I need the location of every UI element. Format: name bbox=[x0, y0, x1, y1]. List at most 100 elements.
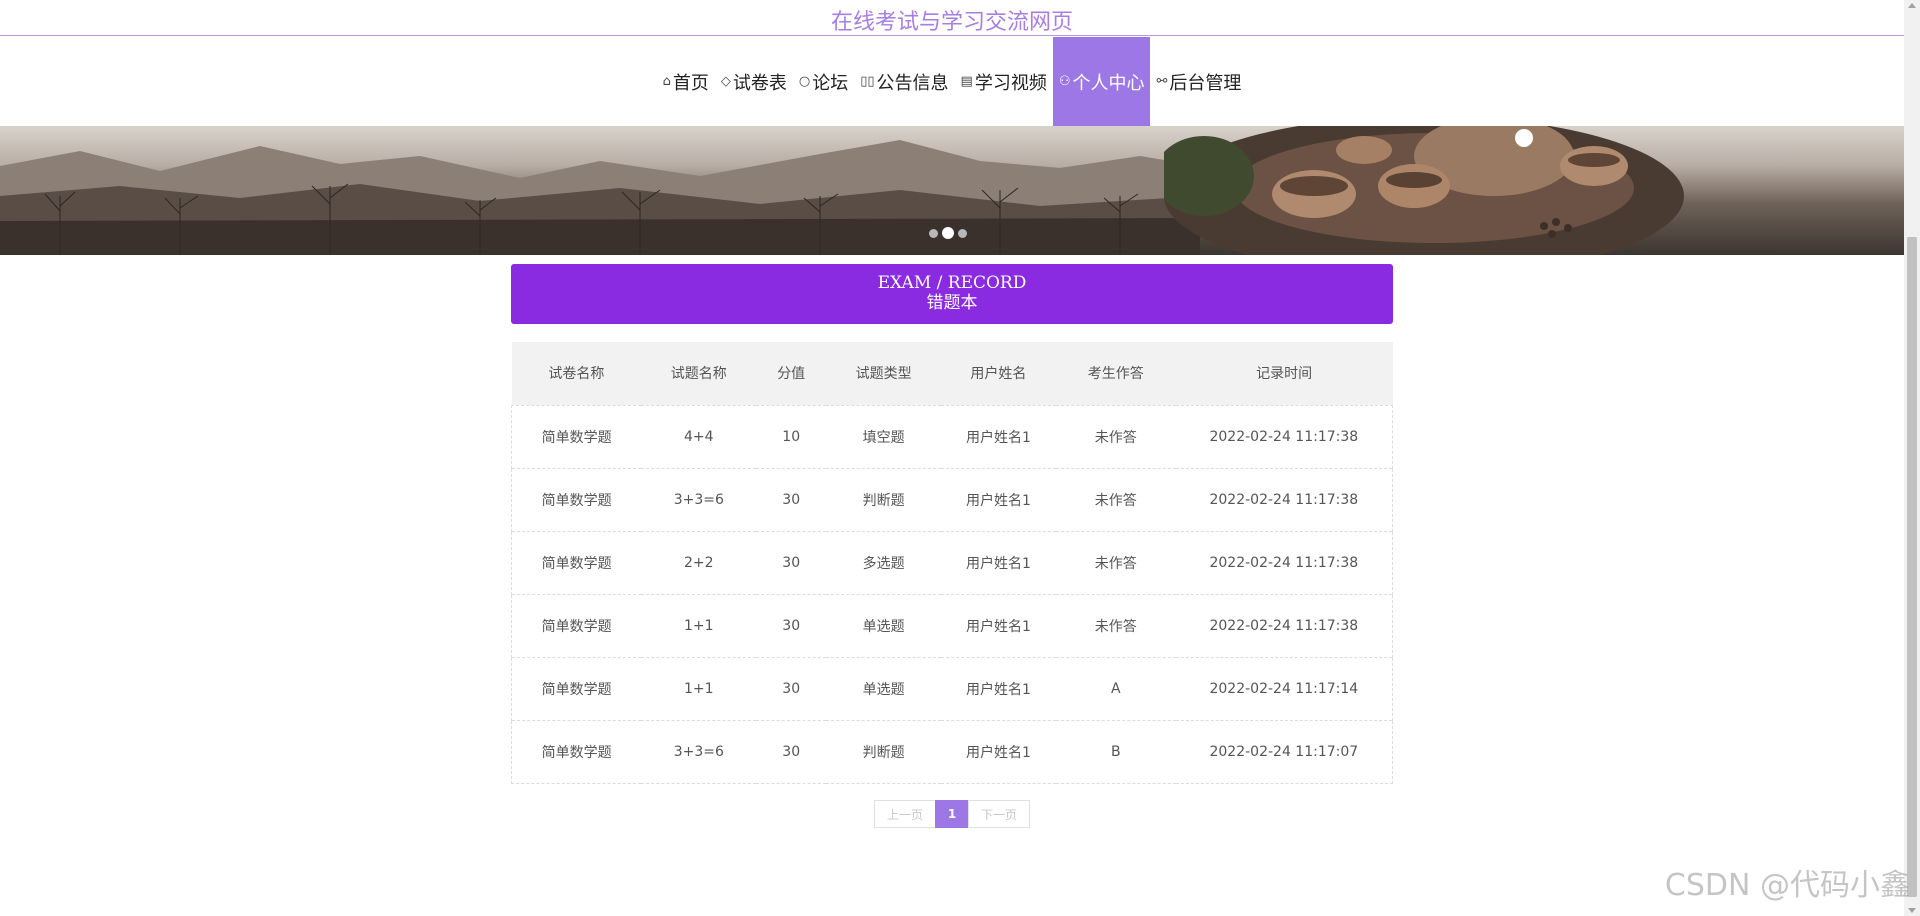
next-page-button[interactable]: 下一页 bbox=[968, 800, 1031, 828]
link-icon: ⚯ bbox=[1156, 74, 1168, 89]
table-cell: 30 bbox=[756, 593, 827, 657]
home-icon: ⌂ bbox=[662, 74, 671, 89]
main-nav: ⌂ 首页 ◇ 试卷表 ○ 论坛 ▯▯ 公告信息 ▤ 学习视频 ⚇ 个人中心 ⚯ 后台管理 bbox=[0, 37, 1904, 126]
table-cell: 单选题 bbox=[826, 656, 941, 720]
table-cell: 2022-02-24 11:17:38 bbox=[1175, 593, 1393, 657]
carousel-dot[interactable] bbox=[929, 228, 938, 238]
table-cell: 简单数学题 bbox=[511, 656, 642, 720]
table-cell: 2022-02-24 11:17:07 bbox=[1175, 719, 1393, 784]
table-cell: 用户姓名1 bbox=[941, 404, 1056, 468]
table-row: 简单数学题 1+1 30 单选题 用户姓名1 未作答 2022-02-24 11:17:38 bbox=[511, 593, 1393, 657]
table-cell: 30 bbox=[756, 467, 827, 531]
column-header: 试卷名称 bbox=[548, 366, 605, 383]
nav-item-label: 后台管理 bbox=[1169, 72, 1242, 94]
nav-item-label: 论坛 bbox=[812, 72, 849, 94]
table-cell: 简单数学题 bbox=[511, 593, 642, 657]
table-cell: 2022-02-24 11:17:14 bbox=[1175, 656, 1393, 720]
column-header: 考生作答 bbox=[1087, 366, 1144, 383]
table-cell: 判断题 bbox=[826, 719, 941, 784]
table-cell: 未作答 bbox=[1055, 404, 1176, 468]
notice-icon: ▯▯ bbox=[860, 74, 875, 89]
table-cell: A bbox=[1055, 656, 1176, 720]
table-cell: 1+1 bbox=[641, 656, 757, 720]
page-number-button[interactable]: 1 bbox=[935, 800, 970, 828]
wrong-questions-table: 试卷名称 试题名称 分值 试题类型 用户姓名 考生作答 记录时间 简单数学题 4+4 10 填空题… bbox=[511, 342, 1393, 784]
table-cell: 简单数学题 bbox=[511, 404, 642, 468]
section-heading: EXAM / RECORD 错题本 bbox=[511, 264, 1393, 324]
table-cell: 10 bbox=[756, 404, 827, 468]
nav-item-4[interactable]: ▤ 学习视频 bbox=[955, 37, 1053, 126]
pagination: 上一页 1 下一页 bbox=[874, 800, 1031, 828]
table-cell: 多选题 bbox=[826, 530, 941, 594]
table-cell: 用户姓名1 bbox=[941, 656, 1056, 720]
table-cell: 未作答 bbox=[1055, 467, 1176, 531]
nav-item-5[interactable]: ⚇ 个人中心 bbox=[1052, 37, 1151, 126]
column-header: 分值 bbox=[777, 366, 806, 383]
scroll-up-arrow-icon[interactable] bbox=[1908, 3, 1916, 8]
vertical-scrollbar[interactable] bbox=[1904, 0, 1920, 916]
table-cell: 用户姓名1 bbox=[941, 467, 1056, 531]
column-header: 记录时间 bbox=[1256, 366, 1313, 383]
table-cell: 2022-02-24 11:17:38 bbox=[1175, 530, 1393, 594]
nav-item-1[interactable]: ◇ 试卷表 bbox=[715, 37, 793, 126]
table-cell: 30 bbox=[756, 719, 827, 784]
calendar-icon: ▤ bbox=[960, 74, 973, 89]
table-cell: 未作答 bbox=[1055, 530, 1176, 594]
nav-item-3[interactable]: ▯▯ 公告信息 bbox=[854, 37, 954, 126]
table-cell: B bbox=[1055, 719, 1176, 784]
nav-item-label: 学习视频 bbox=[974, 72, 1047, 94]
nav-item-label: 个人中心 bbox=[1072, 72, 1145, 94]
table-cell: 简单数学题 bbox=[511, 530, 642, 594]
nav-item-label: 首页 bbox=[672, 72, 709, 94]
table-cell: 填空题 bbox=[826, 404, 941, 468]
table-cell: 3+3=6 bbox=[641, 467, 757, 531]
table-cell: 判断题 bbox=[826, 467, 941, 531]
column-header: 试题名称 bbox=[670, 366, 727, 383]
chat-icon: ○ bbox=[798, 74, 811, 89]
table-cell: 用户姓名1 bbox=[941, 593, 1056, 657]
table-cell: 4+4 bbox=[641, 404, 757, 468]
column-header: 试题类型 bbox=[855, 366, 912, 383]
prev-page-button[interactable]: 上一页 bbox=[874, 800, 937, 828]
table-cell: 未作答 bbox=[1055, 593, 1176, 657]
table-cell: 简单数学题 bbox=[511, 719, 642, 784]
table-cell: 30 bbox=[756, 656, 827, 720]
scroll-down-arrow-icon[interactable] bbox=[1908, 908, 1916, 913]
scrollbar-thumb[interactable] bbox=[1907, 237, 1917, 897]
table-cell: 30 bbox=[756, 530, 827, 594]
tea-set-image bbox=[1164, 126, 1684, 255]
carousel-dot[interactable] bbox=[942, 227, 954, 239]
table-row: 简单数学题 4+4 10 填空题 用户姓名1 未作答 2022-02-24 11:17:38 bbox=[511, 404, 1393, 468]
nav-item-6[interactable]: ⚯ 后台管理 bbox=[1150, 37, 1247, 126]
nav-item-label: 公告信息 bbox=[876, 72, 949, 94]
table-cell: 1+1 bbox=[641, 593, 757, 657]
section-title-cn: 错题本 bbox=[926, 293, 978, 313]
site-header: 在线考试与学习交流网页 bbox=[0, 0, 1904, 36]
table-row: 简单数学题 3+3=6 30 判断题 用户姓名1 B 2022-02-24 11:17:07 bbox=[511, 719, 1393, 784]
table-cell: 2022-02-24 11:17:38 bbox=[1175, 404, 1393, 468]
watermark: CSDN @代码小鑫 bbox=[1664, 868, 1910, 903]
nav-item-2[interactable]: ○ 论坛 bbox=[793, 37, 854, 126]
nav-item-0[interactable]: ⌂ 首页 bbox=[657, 37, 715, 126]
section-title-en: EXAM / RECORD bbox=[877, 273, 1027, 293]
table-cell: 简单数学题 bbox=[511, 467, 642, 531]
site-title: 在线考试与学习交流网页 bbox=[830, 10, 1073, 35]
table-cell: 单选题 bbox=[826, 593, 941, 657]
table-row: 简单数学题 3+3=6 30 判断题 用户姓名1 未作答 2022-02-24 11:17:… bbox=[511, 467, 1393, 531]
table-body: 简单数学题 4+4 10 填空题 用户姓名1 未作答 2022-02-24 11:17:38… bbox=[511, 404, 1393, 784]
user-icon: ⚇ bbox=[1058, 74, 1071, 89]
table-row: 简单数学题 2+2 30 多选题 用户姓名1 未作答 2022-02-24 11:17:38 bbox=[511, 530, 1393, 594]
carousel-indicators bbox=[929, 227, 967, 239]
tag-icon: ◇ bbox=[720, 74, 731, 89]
nav-item-label: 试卷表 bbox=[732, 72, 787, 94]
column-header: 用户姓名 bbox=[970, 366, 1027, 383]
table-row: 简单数学题 1+1 30 单选题 用户姓名1 A 2022-02-24 11:17:14 bbox=[511, 656, 1393, 720]
table-header-row: 试卷名称 试题名称 分值 试题类型 用户姓名 考生作答 记录时间 bbox=[511, 342, 1393, 405]
table-cell: 用户姓名1 bbox=[941, 530, 1056, 594]
table-cell: 2+2 bbox=[641, 530, 757, 594]
table-cell: 3+3=6 bbox=[641, 719, 757, 784]
carousel-dot[interactable] bbox=[958, 228, 967, 238]
table-cell: 2022-02-24 11:17:38 bbox=[1175, 467, 1393, 531]
page: 在线考试与学习交流网页 ⌂ 首页 ◇ 试卷表 ○ 论坛 ▯▯ 公告信息 ▤ 学习视频 ⚇ 个人中心 ⚯ 后… bbox=[0, 0, 1920, 916]
table-cell: 用户姓名1 bbox=[941, 719, 1056, 784]
